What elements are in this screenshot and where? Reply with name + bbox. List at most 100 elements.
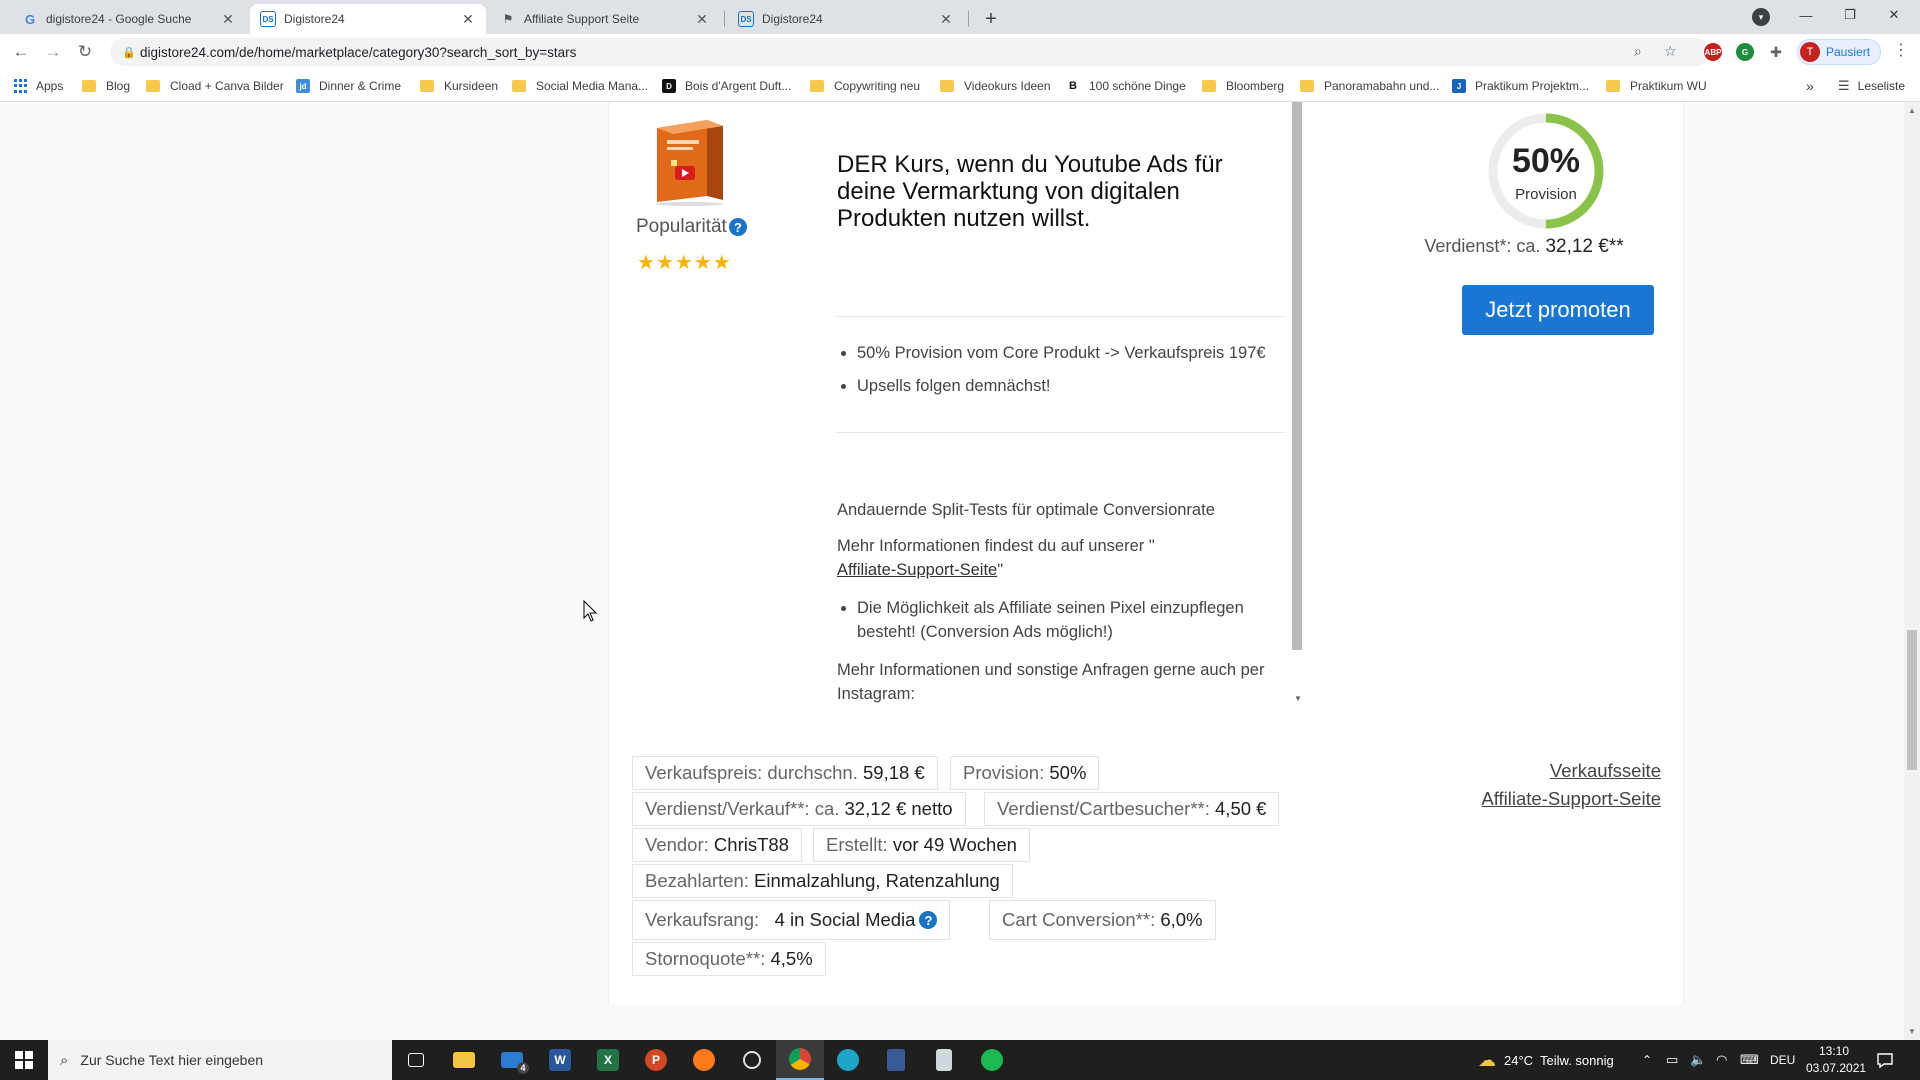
affiliate-support-page-link[interactable]: Affiliate-Support-Seite [1481,788,1661,810]
chrome-icon[interactable] [776,1040,824,1080]
close-icon[interactable]: ✕ [938,11,954,28]
help-icon[interactable]: ? [919,911,938,929]
stat-value: 6,0% [1160,909,1203,930]
adblock-icon[interactable]: ABP [1704,43,1722,61]
stat-label: Erstellt: [826,834,888,855]
taskbar-search-input[interactable]: ⌕ Zur Suche Text hier eingeben [48,1040,392,1080]
bookmark-apps[interactable]: Apps [14,76,63,96]
grammarly-icon[interactable]: G [1736,43,1754,61]
tray-chevron-icon[interactable]: ⌃ [1642,1040,1652,1080]
bookmark-praktikum-wu[interactable]: Praktikum WU [1606,76,1707,96]
forward-arrow-icon[interactable]: → [42,41,64,63]
restore-icon[interactable]: ❐ [1830,0,1870,30]
file-explorer-icon[interactable] [440,1040,488,1080]
earning-per-sale-chip: Verdienst/Verkauf**: ca. 32,12 € netto [632,792,966,826]
notepad-icon[interactable] [920,1040,968,1080]
extensions-puzzle-icon[interactable]: ✚ [1767,43,1785,61]
payment-methods-chip: Bezahlarten: Einmalzahlung, Ratenzahlung [632,864,1013,898]
notification-icon[interactable] [1875,1050,1895,1070]
address-bar[interactable]: 🔒 digistore24.com/de/home/marketplace/ca… [110,38,1710,66]
bookmark-bois-dargent[interactable]: D Bois d'Argent Duft... [662,76,791,96]
tab-digistore[interactable]: DS Digistore24 ✕ [728,4,964,34]
zoom-icon[interactable]: ⌕ [1634,43,1642,60]
stat-label: Bezahlarten: [645,870,749,891]
spotify-icon[interactable] [968,1040,1016,1080]
earning-prefix: Verdienst*: ca. [1424,236,1541,256]
start-button[interactable] [0,1040,48,1080]
more-bookmarks-chevron-icon[interactable]: » [1806,76,1814,96]
bookmark-bloomberg[interactable]: Bloomberg [1202,76,1284,96]
profile-button[interactable]: T Pausiert [1797,39,1881,65]
minimize-icon[interactable]: — [1786,0,1826,30]
earning-per-cart-chip: Verdienst/Cartbesucher**: 4,50 € [984,792,1280,826]
network-icon[interactable]: ▭ [1666,1040,1678,1080]
reload-icon[interactable]: ↻ [74,41,96,63]
stat-label: Verkaufspreis: durchschn. [645,762,858,783]
stat-value: ChrisT88 [713,834,789,855]
bookmark-praktikum-projekt[interactable]: J Praktikum Projektm... [1452,76,1589,96]
bookmark-cload-canva[interactable]: Cload + Canva Bilder [146,76,284,96]
task-view-icon[interactable] [392,1040,440,1080]
tab-digistore-active[interactable]: DS Digistore24 ✕ [250,4,486,34]
page-scroll-thumb[interactable] [1907,630,1917,770]
search-placeholder: Zur Suche Text hier eingeben [80,1052,264,1068]
url-text: digistore24.com/de/home/marketplace/cate… [140,44,577,60]
scroll-up-arrow-icon[interactable]: ▲ [1908,106,1916,115]
windows-logo-icon [15,1051,33,1069]
scroll-down-arrow-icon[interactable]: ▼ [1908,1027,1916,1036]
divider [837,316,1285,317]
language-indicator[interactable]: DEU [1770,1040,1795,1080]
tab-google-search[interactable]: G digistore24 - Google Suche ✕ [12,4,246,34]
reading-list-button[interactable]: ☰ Leseliste [1838,76,1905,96]
bookmark-panoramabahn[interactable]: Panoramabahn und... [1300,76,1439,96]
scroll-down-arrow-icon[interactable]: ▼ [1294,694,1302,703]
word-icon[interactable]: W [536,1040,584,1080]
promote-button[interactable]: Jetzt promoten [1462,285,1654,335]
aperture-app-icon[interactable] [728,1040,776,1080]
stat-label: Verdienst/Verkauf**: ca. [645,798,840,819]
affiliate-support-link[interactable]: Affiliate-Support-Seite [837,561,997,579]
bookmark-videokurs[interactable]: Videokurs Ideen [940,76,1051,96]
bookmark-dinner-crime[interactable]: jd Dinner & Crime [296,76,401,96]
help-icon[interactable]: ? [728,218,747,236]
close-icon[interactable]: ✕ [460,11,476,28]
tab-title: Digistore24 [762,12,823,26]
page-scrollbar[interactable]: ▲ ▼ [1904,102,1920,1040]
bookmark-kursideen[interactable]: Kursideen [420,76,498,96]
new-tab-button[interactable]: + [978,6,1004,32]
edge-icon[interactable] [824,1040,872,1080]
pixel-list: Die Möglichkeit als Affiliate seinen Pix… [857,596,1277,644]
excel-icon[interactable]: X [584,1040,632,1080]
bookmark-label: Kursideen [444,79,499,93]
keyboard-icon[interactable]: ⌨ [1740,1040,1759,1080]
bookmark-blog[interactable]: Blog [82,76,130,96]
taskbar-clock[interactable]: 13:10 03.07.2021 [1806,1043,1866,1077]
stat-label: Verkaufsrang: [645,909,760,930]
tab-affiliate-support[interactable]: ⚑ Affiliate Support Seite ✕ [490,4,720,34]
bookmark-copywriting[interactable]: Copywriting neu [810,76,920,96]
bookmark-star-icon[interactable]: ☆ [1664,43,1677,60]
menu-dots-icon[interactable]: ⋮ [1893,43,1909,59]
mail-icon[interactable]: 4 [488,1040,536,1080]
tab-search-icon[interactable]: ▾ [1752,8,1770,26]
description-scroll-thumb[interactable] [1292,102,1302,650]
powerpoint-icon[interactable]: P [632,1040,680,1080]
bookmark-100-dinge[interactable]: B 100 schöne Dinge [1066,76,1186,96]
sales-rank-chip: Verkaufsrang: 4 in Social Media ? [632,900,951,940]
back-arrow-icon[interactable]: ← [10,41,32,63]
firefox-icon[interactable] [680,1040,728,1080]
window-close-icon[interactable]: ✕ [1874,0,1914,30]
calculator-app-icon[interactable] [872,1040,920,1080]
bookmark-social-media[interactable]: Social Media Mana... [512,76,648,96]
product-description[interactable]: DER Kurs, wenn du Youtube Ads für deine … [837,102,1305,708]
weather-text: 24°C Teilw. sonnig [1504,1052,1614,1068]
flag-icon: ⚑ [502,12,514,26]
close-icon[interactable]: ✕ [220,11,236,28]
wifi-icon[interactable]: ◠ [1716,1040,1727,1080]
weather-widget[interactable]: ☁ 24°C Teilw. sonnig [1478,1040,1614,1080]
digistore-icon: DS [738,11,754,27]
weather-sun-icon: ☁ [1478,1049,1496,1070]
close-icon[interactable]: ✕ [694,11,710,28]
sales-page-link[interactable]: Verkaufsseite [1550,760,1661,782]
volume-icon[interactable]: 🔈 [1690,1040,1706,1080]
